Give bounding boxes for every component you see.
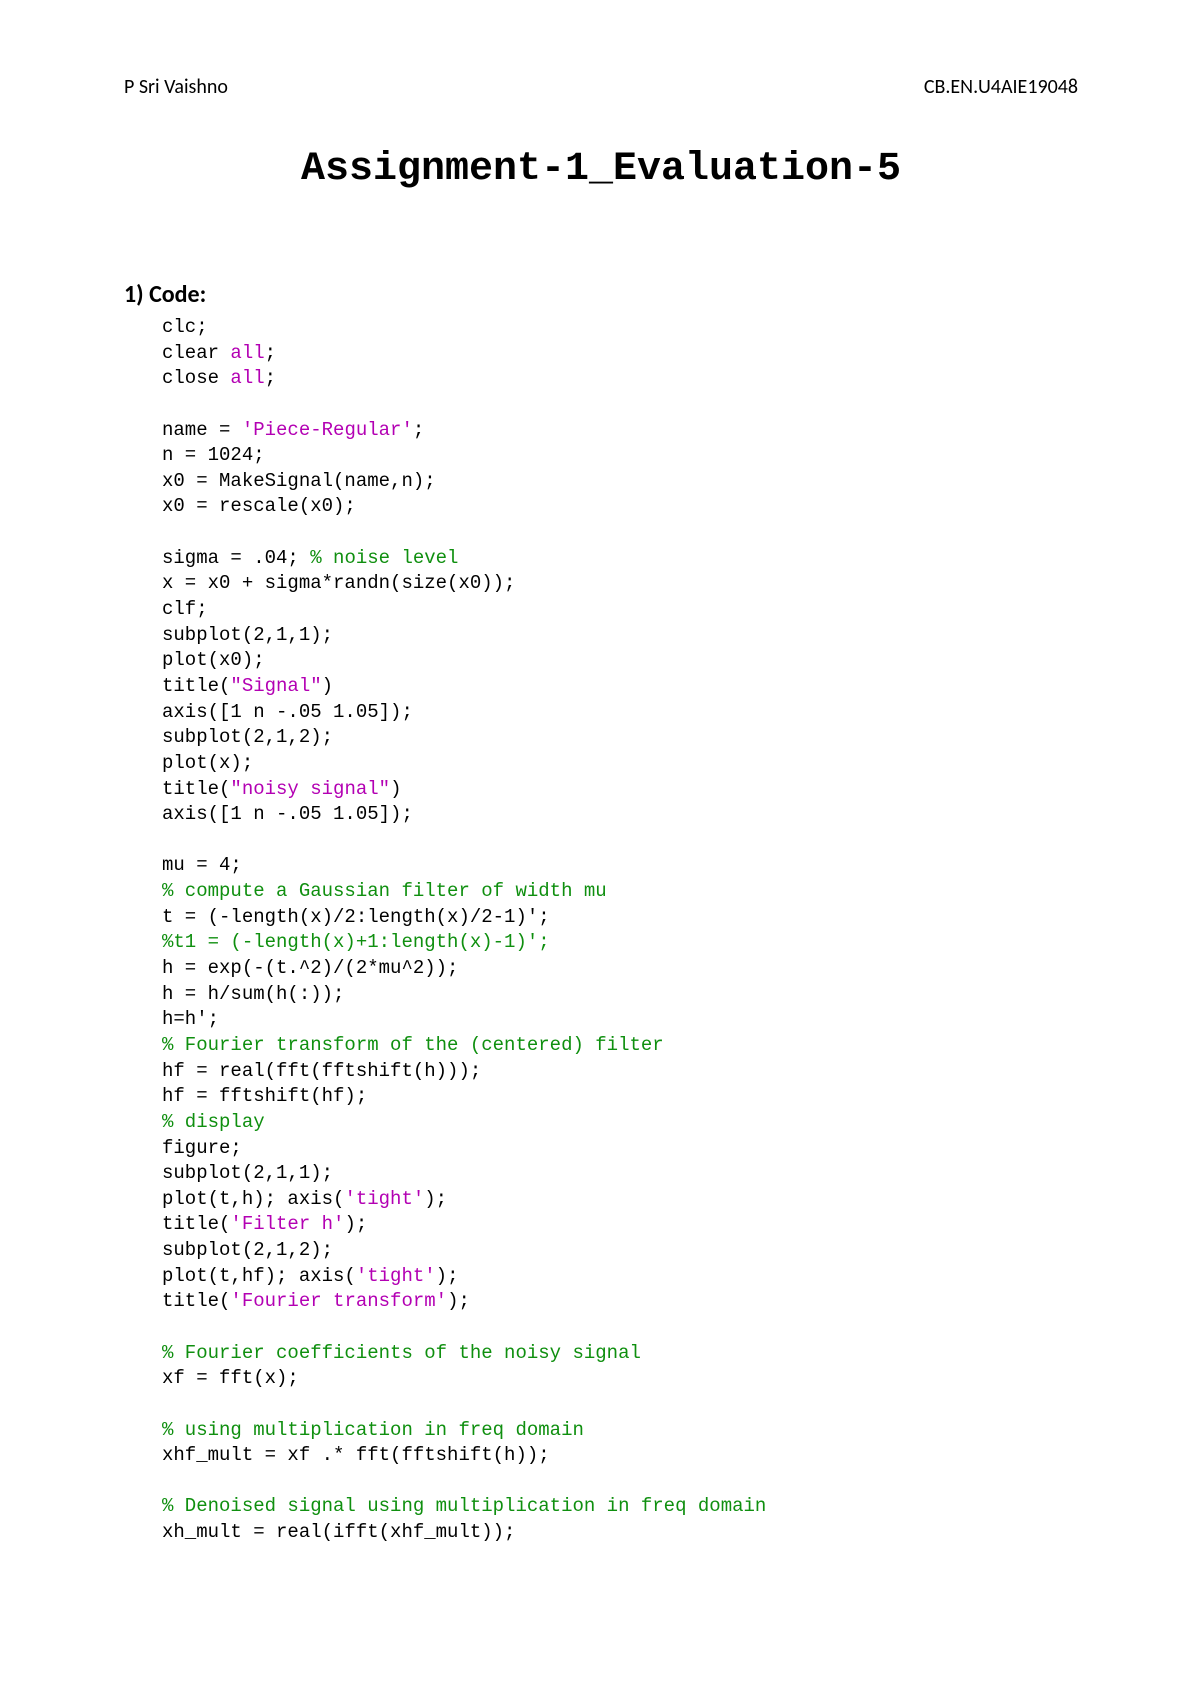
code-line: clc;	[162, 316, 208, 338]
code-line: title('Filter h');	[162, 1213, 367, 1235]
code-line: plot(x);	[162, 752, 253, 774]
code-line: n = 1024;	[162, 444, 265, 466]
section-heading: 1) Code:	[124, 280, 1078, 309]
code-line: plot(x0);	[162, 649, 265, 671]
code-line: % Denoised signal using multiplication i…	[162, 1495, 766, 1517]
code-line: hf = fftshift(hf);	[162, 1085, 367, 1107]
code-line: title("Signal")	[162, 675, 333, 697]
code-line: plot(t,hf); axis('tight');	[162, 1265, 458, 1287]
header-left: P Sri Vaishno	[124, 75, 228, 99]
code-line: name = 'Piece-Regular';	[162, 419, 424, 441]
code-line: xh_mult = real(ifft(xhf_mult));	[162, 1521, 515, 1543]
code-line: % Fourier transform of the (centered) fi…	[162, 1034, 664, 1056]
code-line: % compute a Gaussian filter of width mu	[162, 880, 607, 902]
code-line: clear all;	[162, 342, 276, 364]
code-line: axis([1 n -.05 1.05]);	[162, 803, 413, 825]
code-line: subplot(2,1,1);	[162, 1162, 333, 1184]
code-line: h = exp(-(t.^2)/(2*mu^2));	[162, 957, 458, 979]
code-line: subplot(2,1,1);	[162, 624, 333, 646]
code-line: % using multiplication in freq domain	[162, 1419, 584, 1441]
code-line: x = x0 + sigma*randn(size(x0));	[162, 572, 515, 594]
code-line: subplot(2,1,2);	[162, 726, 333, 748]
code-line: x0 = rescale(x0);	[162, 495, 356, 517]
code-line: axis([1 n -.05 1.05]);	[162, 701, 413, 723]
document-title: Assignment-1_Evaluation-5	[124, 147, 1078, 192]
code-line: plot(t,h); axis('tight');	[162, 1188, 447, 1210]
code-line: figure;	[162, 1137, 242, 1159]
header-right: CB.EN.U4AIE19048	[924, 75, 1078, 99]
code-line: h = h/sum(h(:));	[162, 983, 344, 1005]
code-line: mu = 4;	[162, 854, 242, 876]
code-line: subplot(2,1,2);	[162, 1239, 333, 1261]
code-line: x0 = MakeSignal(name,n);	[162, 470, 436, 492]
code-line: % display	[162, 1111, 265, 1133]
code-line: sigma = .04; % noise level	[162, 547, 458, 569]
code-line: close all;	[162, 367, 276, 389]
page-header: P Sri Vaishno CB.EN.U4AIE19048	[124, 75, 1078, 99]
code-line: %t1 = (-length(x)+1:length(x)-1)';	[162, 931, 550, 953]
code-line: title('Fourier transform');	[162, 1290, 470, 1312]
code-line: xf = fft(x);	[162, 1367, 299, 1389]
code-line: clf;	[162, 598, 208, 620]
code-line: title("noisy signal")	[162, 778, 401, 800]
code-line: % Fourier coefficients of the noisy sign…	[162, 1342, 641, 1364]
code-block: clc; clear all; close all; name = 'Piece…	[162, 315, 1078, 1546]
code-line: xhf_mult = xf .* fft(fftshift(h));	[162, 1444, 550, 1466]
code-line: hf = real(fft(fftshift(h)));	[162, 1060, 481, 1082]
code-line: t = (-length(x)/2:length(x)/2-1)';	[162, 906, 550, 928]
code-line: h=h';	[162, 1008, 219, 1030]
